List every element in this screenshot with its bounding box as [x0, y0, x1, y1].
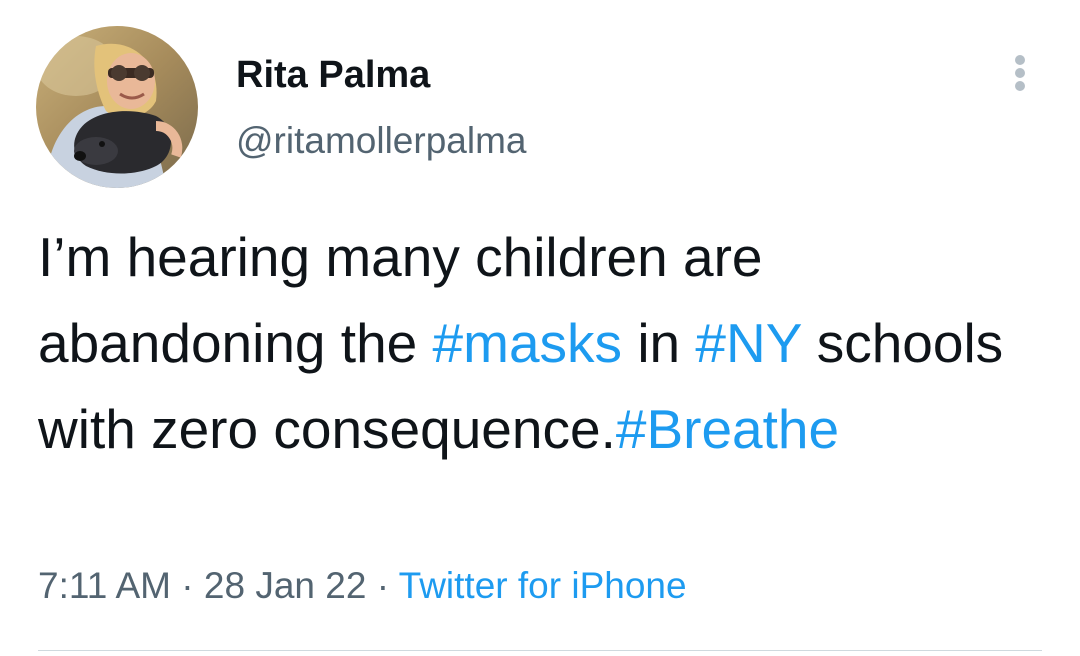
tweet-text: I’m hearing many children are abandoning…: [38, 214, 1038, 472]
hashtag-ny-link[interactable]: #NY: [695, 312, 801, 374]
more-options-icon: [1015, 55, 1025, 91]
meta-separator: ·: [171, 565, 204, 606]
avatar[interactable]: [36, 26, 198, 188]
hashtag-masks-link[interactable]: #masks: [433, 312, 623, 374]
tweet-date[interactable]: 28 Jan 22: [204, 565, 367, 606]
tweet-text-segment: in: [622, 312, 696, 374]
tweet-time[interactable]: 7:11 AM: [38, 565, 171, 606]
user-handle[interactable]: @ritamollerpalma: [236, 118, 526, 164]
tweet-source-link[interactable]: Twitter for iPhone: [399, 565, 687, 606]
avatar-image: [36, 26, 198, 188]
divider: [38, 650, 1042, 651]
hashtag-breathe-link[interactable]: #Breathe: [616, 398, 839, 460]
display-name[interactable]: Rita Palma: [236, 52, 430, 98]
tweet-card: Rita Palma @ritamollerpalma I’m hearing …: [0, 0, 1080, 656]
more-options-button[interactable]: [1000, 48, 1040, 98]
tweet-meta: 7:11 AM · 28 Jan 22 · Twitter for iPhone: [38, 563, 687, 609]
meta-separator: ·: [366, 565, 399, 606]
